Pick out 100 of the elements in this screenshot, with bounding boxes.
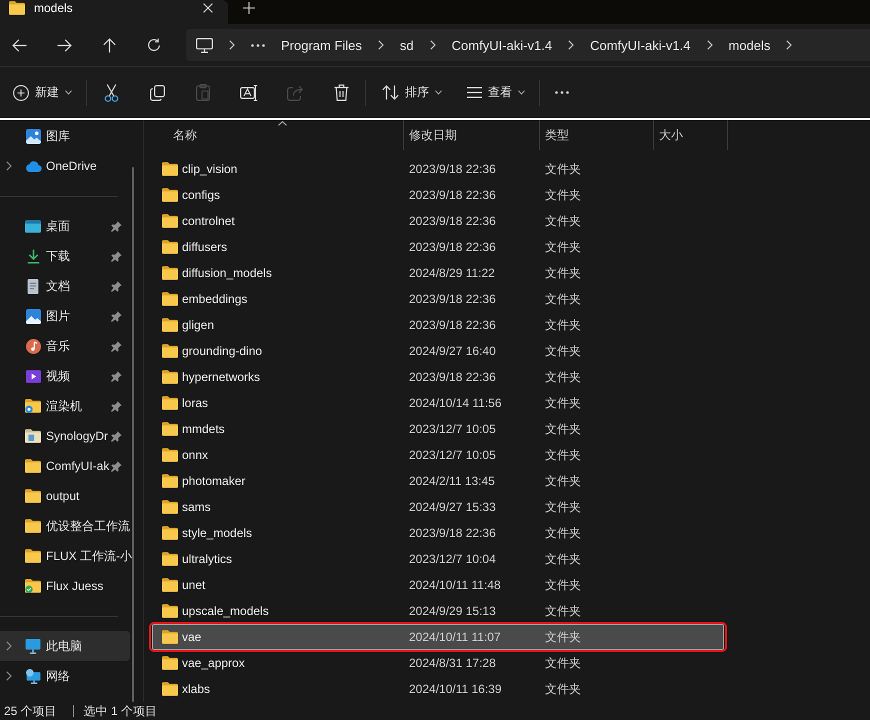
sidebar-item[interactable]: SynologyDr [0, 421, 130, 451]
sidebar-item[interactable]: 优设整合工作流 [0, 511, 130, 541]
file-row[interactable]: sams 2024/9/27 15:33 文件夹 [152, 494, 724, 520]
file-row[interactable]: diffusers 2023/9/18 22:36 文件夹 [152, 234, 724, 260]
breadcrumb[interactable]: ComfyUI-aki-v1.4 [582, 32, 698, 58]
file-row[interactable]: style_models 2023/9/18 22:36 文件夹 [152, 520, 724, 546]
file-row[interactable]: upscale_models 2024/9/29 15:13 文件夹 [152, 598, 724, 624]
breadcrumb[interactable]: Program Files [273, 32, 370, 58]
column-header[interactable]: 类型 [539, 120, 653, 150]
file-row[interactable]: hypernetworks 2023/9/18 22:36 文件夹 [152, 364, 724, 390]
column-header[interactable]: 修改日期 [403, 120, 539, 150]
caret-icon [518, 90, 525, 95]
clipboard-icon [196, 84, 210, 101]
rename-icon [240, 84, 258, 100]
file-type: 文件夹 [545, 524, 581, 542]
file-name: style_models [182, 526, 252, 540]
folder-icon [162, 292, 178, 306]
sidebar-item[interactable]: 此电脑 [0, 631, 130, 661]
file-row[interactable]: vae 2024/10/11 11:07 文件夹 [152, 624, 724, 650]
file-row[interactable]: ultralytics 2023/12/7 10:04 文件夹 [152, 546, 724, 572]
file-row[interactable]: embeddings 2023/9/18 22:36 文件夹 [152, 286, 724, 312]
file-row[interactable]: clip_vision 2023/9/18 22:36 文件夹 [152, 156, 724, 182]
sidebar-item[interactable]: FLUX 工作流-小 [0, 541, 130, 571]
modified-date: 2023/9/18 22:36 [409, 240, 496, 254]
sort-button[interactable]: 排序 [372, 76, 450, 110]
file-type: 文件夹 [545, 680, 581, 698]
folder-icon [162, 526, 178, 540]
file-type: 文件夹 [545, 576, 581, 594]
file-name: vae_approx [182, 656, 245, 670]
modified-date: 2023/12/7 10:05 [409, 422, 496, 436]
sidebar-item[interactable]: OneDrive [0, 151, 130, 181]
chevron-icon[interactable] [6, 641, 12, 651]
file-row[interactable]: unet 2024/10/11 11:48 文件夹 [152, 572, 724, 598]
sidebar-item[interactable]: 视频 [0, 361, 130, 391]
sidebar-item[interactable]: 图库 [0, 121, 130, 151]
sidebar-item[interactable]: 渲染机 [0, 391, 130, 421]
modified-date: 2023/9/18 22:36 [409, 318, 496, 332]
folder-icon [162, 604, 178, 618]
file-row[interactable]: vae_approx 2024/8/31 17:28 文件夹 [152, 650, 724, 676]
file-row[interactable]: photomaker 2024/2/11 13:45 文件夹 [152, 468, 724, 494]
sidebar-item[interactable]: 桌面 [0, 211, 130, 241]
file-name: diffusion_models [182, 266, 272, 280]
breadcrumb[interactable]: ComfyUI-aki-v1.4 [444, 32, 560, 58]
file-type: 文件夹 [545, 264, 581, 282]
file-type: 文件夹 [545, 654, 581, 672]
picture-icon [26, 308, 40, 324]
file-name: unet [182, 578, 206, 592]
chevron-icon[interactable] [6, 161, 12, 171]
file-row[interactable]: configs 2023/9/18 22:36 文件夹 [152, 182, 724, 208]
file-name: grounding-dino [182, 344, 262, 358]
folder-icon [25, 459, 41, 473]
file-row[interactable]: loras 2024/10/14 11:56 文件夹 [152, 390, 724, 416]
file-row[interactable]: gligen 2023/9/18 22:36 文件夹 [152, 312, 724, 338]
sidebar-item[interactable]: Flux Juess [0, 571, 130, 601]
sidebar-item[interactable]: 网络 [0, 661, 130, 691]
sidebar-item[interactable]: 下载 [0, 241, 130, 271]
address-bar[interactable]: Program Files sd ComfyUI-aki-v1.4 ComfyUI-aki-v1.4 models [186, 29, 870, 61]
folder-icon [9, 1, 25, 15]
refresh-icon [147, 38, 161, 52]
modified-date: 2024/8/31 17:28 [409, 656, 496, 670]
folder-icon [162, 422, 178, 436]
folder-icon [162, 578, 178, 592]
file-row[interactable]: xlabs 2024/10/11 16:39 文件夹 [152, 676, 724, 702]
sidebar-item[interactable]: output [0, 481, 130, 511]
file-row[interactable]: grounding-dino 2024/9/27 16:40 文件夹 [152, 338, 724, 364]
copy-icon [150, 84, 164, 100]
chevron-icon [706, 40, 712, 50]
list-icon [467, 87, 482, 98]
view-button[interactable]: 查看 [457, 76, 533, 110]
tab[interactable]: models [0, 0, 228, 24]
modified-date: 2024/10/11 11:07 [409, 630, 501, 644]
sidebar-item[interactable]: 图片 [0, 301, 130, 331]
new-button[interactable]: 新建 [5, 76, 80, 110]
file-name: configs [182, 188, 220, 202]
scrollbar[interactable] [132, 167, 134, 702]
sidebar-item[interactable]: 音乐 [0, 331, 130, 361]
modified-date: 2023/9/18 22:36 [409, 526, 496, 540]
breadcrumb[interactable]: sd [392, 32, 422, 58]
file-row[interactable]: diffusion_models 2024/8/29 11:22 文件夹 [152, 260, 724, 286]
column-header[interactable]: 名称 [161, 120, 403, 150]
file-row[interactable]: onnx 2023/12/7 10:05 文件夹 [152, 442, 724, 468]
column-header[interactable]: 大小 [653, 120, 728, 150]
monitor-icon [25, 638, 41, 654]
file-row[interactable]: mmdets 2023/12/7 10:05 文件夹 [152, 416, 724, 442]
sidebar-item[interactable]: 文档 [0, 271, 130, 301]
sidebar-item[interactable]: ComfyUI-ak [0, 451, 130, 481]
file-type: 文件夹 [545, 394, 581, 412]
more-icon [555, 91, 569, 94]
folder-icon [162, 448, 178, 462]
chevron-icon[interactable] [6, 671, 12, 681]
folder-icon [162, 682, 178, 696]
breadcrumb[interactable]: models [720, 32, 778, 58]
file-row[interactable]: controlnet 2023/9/18 22:36 文件夹 [152, 208, 724, 234]
share-icon [287, 84, 303, 100]
arrow-up-icon [102, 38, 116, 52]
file-name: photomaker [182, 474, 246, 488]
folder-icon [162, 214, 178, 228]
file-name: mmdets [182, 422, 225, 436]
close-icon [203, 3, 213, 13]
chevron-icon [378, 40, 384, 50]
